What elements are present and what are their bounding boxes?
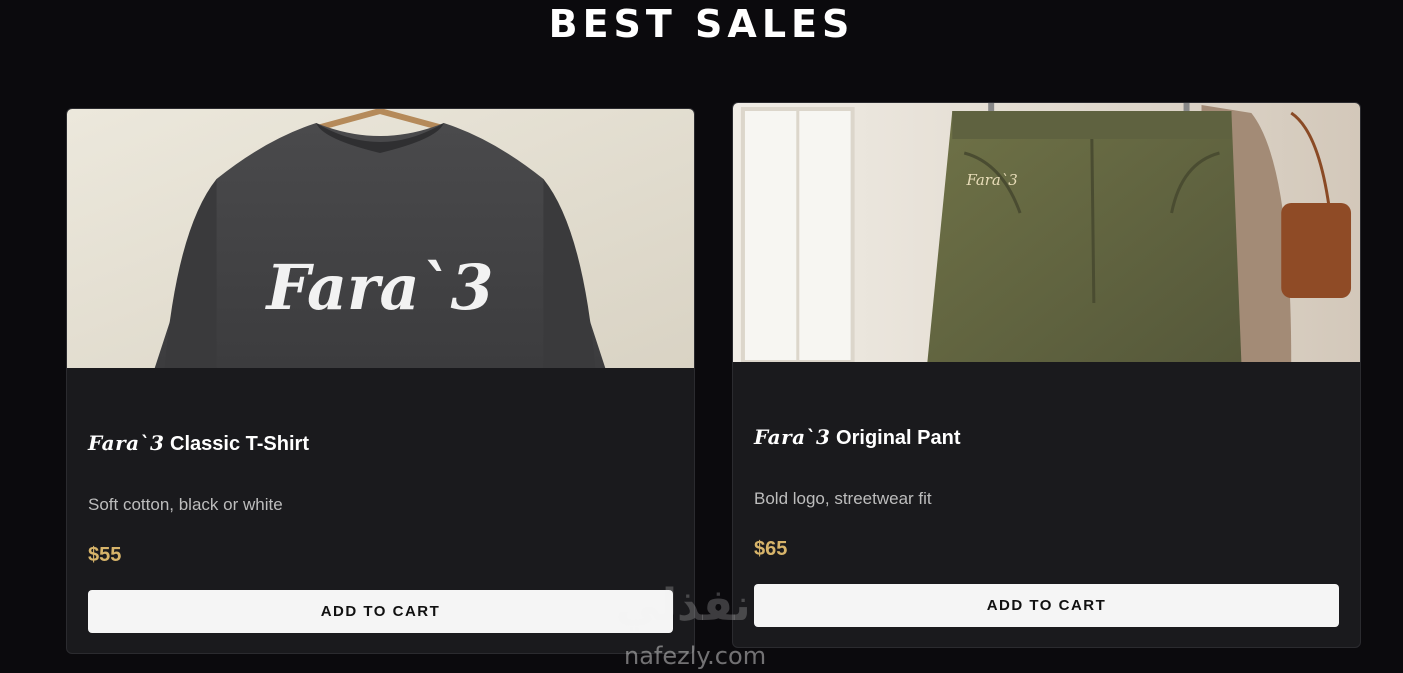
product-brand: Fara`3 [754,425,831,449]
product-name: Original Pant [836,427,961,449]
product-image-pant[interactable]: Fara`3 [733,103,1360,362]
add-to-cart-button[interactable]: ADD TO CART [754,584,1339,627]
product-card-tshirt[interactable]: Fara`3 Fara`3 Classic T-Shirt Soft cotto… [66,108,695,654]
page: BEST SALES Fara`3 Fara`3 Classic T-Shirt… [0,0,1403,673]
product-title-tshirt: Fara`3 Classic T-Shirt [88,431,309,456]
pants-illustration: Fara`3 [733,103,1360,362]
add-to-cart-button[interactable]: ADD TO CART [88,590,673,633]
product-description: Bold logo, streetwear fit [754,489,932,508]
pant-logo: Fara`3 [966,171,1018,189]
sweatshirt-logo: Fara`3 [264,251,493,324]
product-name: Classic T-Shirt [170,433,309,455]
product-price: $55 [88,544,122,566]
sweatshirt-illustration: Fara`3 [67,109,694,368]
product-description: Soft cotton, black or white [88,495,283,514]
product-image-tshirt[interactable]: Fara`3 [67,109,694,368]
product-price: $65 [754,538,788,560]
product-title-pant: Fara`3 Original Pant [754,425,961,450]
product-card-pant[interactable]: Fara`3 Fara`3 Original Pant Bold logo, s… [732,102,1361,648]
section-title: BEST SALES [548,2,855,46]
product-brand: Fara`3 [88,431,165,455]
